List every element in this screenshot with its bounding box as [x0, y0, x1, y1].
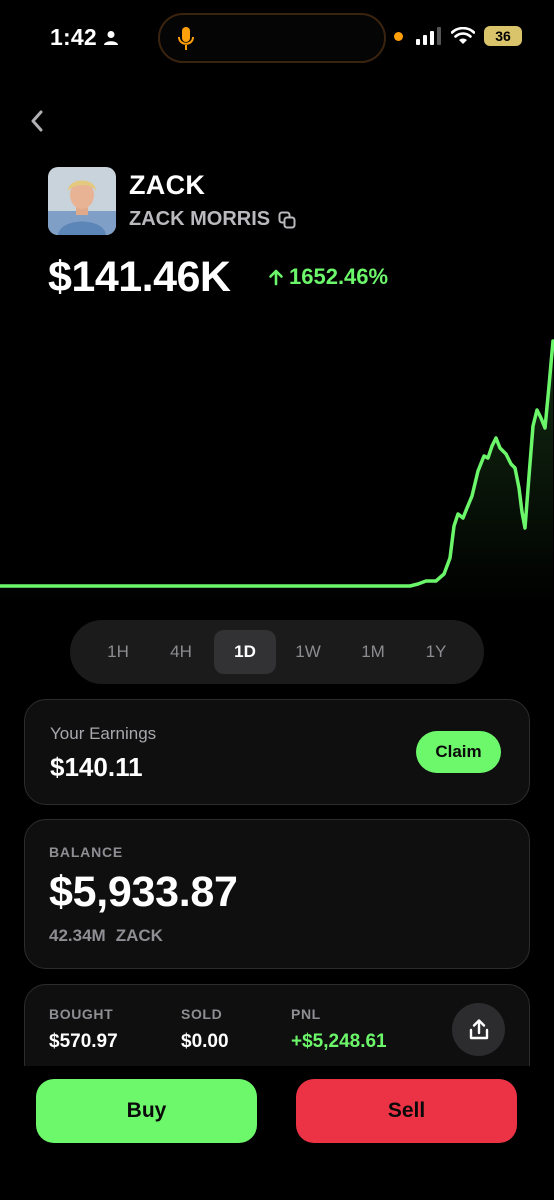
battery-level: 36 — [495, 28, 511, 44]
bought-value: $570.97 — [49, 1031, 118, 1052]
arrow-up-icon — [269, 269, 283, 286]
back-chevron-icon[interactable] — [26, 107, 50, 135]
person-icon — [103, 30, 118, 45]
buy-button[interactable]: Buy — [36, 1079, 257, 1143]
avatar-image — [48, 167, 116, 235]
token-fullname: ZACK MORRIS — [129, 208, 296, 231]
pnl-stat: PNL +$5,248.61 — [291, 1006, 387, 1053]
earnings-card: Your Earnings $140.11 Claim — [24, 699, 530, 805]
tab-1d[interactable]: 1D — [214, 630, 276, 674]
bought-label: BOUGHT — [49, 1006, 114, 1022]
holdings-amount: 42.34M — [49, 926, 106, 945]
bought-stat: BOUGHT $570.97 — [49, 1006, 118, 1053]
token-holdings: 42.34M ZACK — [49, 926, 163, 946]
share-button[interactable] — [452, 1003, 505, 1056]
time-text: 1:42 — [50, 24, 97, 50]
tab-1h[interactable]: 1H — [87, 630, 149, 674]
chart-area — [0, 341, 553, 605]
copy-icon[interactable] — [278, 211, 296, 229]
share-icon — [469, 1018, 488, 1039]
sold-value: $0.00 — [181, 1031, 229, 1052]
price-chart[interactable] — [0, 335, 554, 605]
privacy-dot-icon — [394, 31, 403, 41]
microphone-icon — [178, 27, 194, 50]
earnings-label: Your Earnings — [50, 724, 157, 743]
sell-button[interactable]: Sell — [296, 1079, 517, 1143]
holdings-symbol: ZACK — [115, 926, 163, 945]
token-avatar — [48, 167, 116, 235]
tab-1y[interactable]: 1Y — [405, 630, 467, 674]
pnl-label: PNL — [291, 1006, 321, 1022]
trade-stats-card: BOUGHT $570.97 SOLD $0.00 PNL +$5,248.61 — [24, 984, 530, 1074]
pnl-value: +$5,248.61 — [291, 1031, 387, 1052]
balance-value: $5,933.87 — [49, 868, 238, 916]
sold-stat: SOLD $0.00 — [181, 1006, 229, 1053]
token-fullname-text: ZACK MORRIS — [129, 208, 271, 230]
price-change-value: 1652.46% — [289, 264, 389, 289]
claim-button[interactable]: Claim — [416, 731, 501, 773]
tab-4h[interactable]: 4H — [150, 630, 212, 674]
token-price: $141.46K — [48, 253, 231, 301]
balance-card: BALANCE $5,933.87 42.34M ZACK — [24, 819, 530, 969]
status-time: 1:42 — [50, 24, 119, 51]
time-range-selector: 1H 4H 1D 1W 1M 1Y — [70, 620, 484, 684]
balance-label: BALANCE — [49, 844, 124, 860]
tab-1m[interactable]: 1M — [342, 630, 404, 674]
dynamic-island — [158, 13, 386, 63]
sold-label: SOLD — [181, 1006, 223, 1022]
wifi-icon — [451, 27, 475, 44]
cellular-signal-icon — [416, 27, 441, 45]
battery-icon: 36 — [484, 26, 522, 46]
status-bar: 1:42 36 — [0, 0, 554, 76]
price-change: 1652.46% — [268, 264, 388, 290]
status-indicators: 36 — [394, 26, 522, 46]
earnings-value: $140.11 — [50, 752, 143, 782]
token-ticker: ZACK — [129, 170, 206, 200]
tab-1w[interactable]: 1W — [277, 630, 339, 674]
